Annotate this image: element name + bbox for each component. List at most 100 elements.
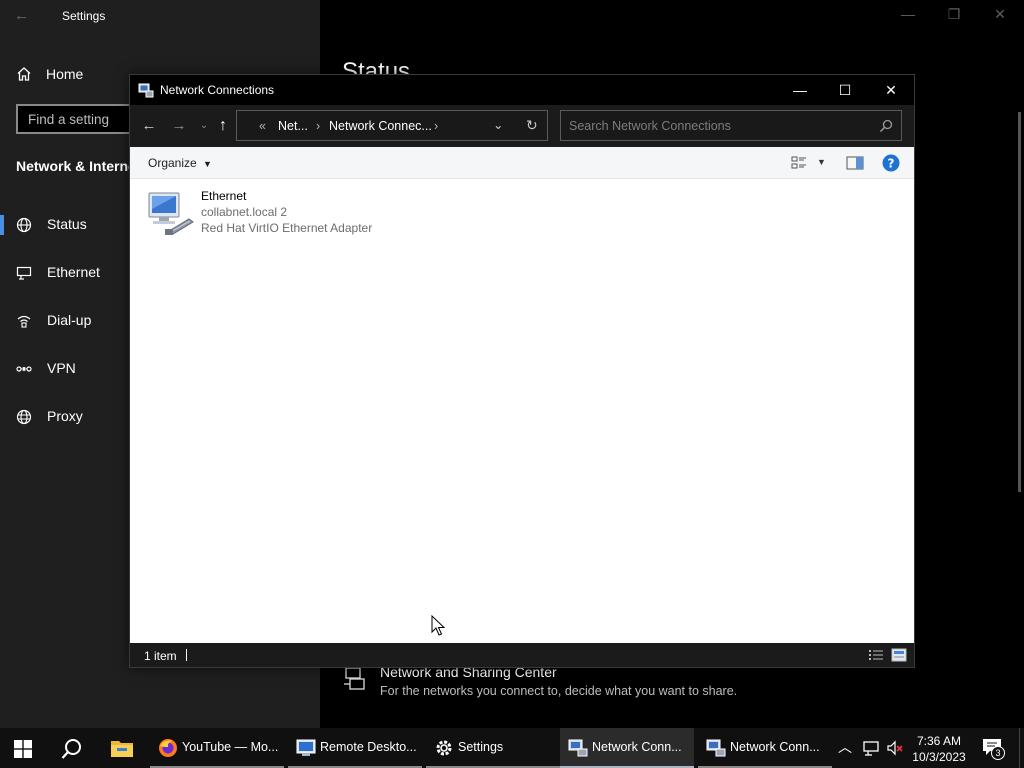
recent-locations-chevron-icon[interactable]: ⌄: [194, 116, 214, 136]
clock-date: 10/3/2023: [912, 750, 966, 764]
explorer-titlebar: Network Connections — ☐ ✕: [130, 75, 914, 105]
taskbar-app-settings[interactable]: Settings: [426, 728, 560, 768]
windows-start-icon[interactable]: [14, 740, 32, 758]
breadcrumb-separator-icon[interactable]: ›: [434, 119, 438, 133]
gear-icon: [436, 740, 452, 756]
ethernet-adapter-icon: [148, 192, 194, 235]
network-connections-icon: [706, 739, 726, 757]
chevron-down-icon: ▼: [203, 159, 212, 169]
taskbar-app-label: Remote Deskto...: [320, 740, 417, 754]
desktop: ← Settings — ❐ ✕ Home Find a setting Net…: [0, 0, 1024, 768]
details-view-icon[interactable]: [868, 648, 884, 662]
connections-list: Ethernet collabnet.local 2 Red Hat VirtI…: [130, 179, 914, 643]
home-link[interactable]: Home: [16, 64, 83, 84]
action-center-button[interactable]: 3: [982, 738, 1006, 760]
preview-pane-icon[interactable]: [846, 155, 864, 171]
back-arrow-icon[interactable]: ←: [14, 7, 29, 24]
taskbar: YouTube — Mo... Remote Deskto... Setting…: [0, 728, 1024, 768]
close-icon[interactable]: ✕: [881, 80, 901, 100]
address-box[interactable]: « Net... › Network Connec... › ⌄ ↻: [236, 110, 548, 141]
search-icon[interactable]: [61, 738, 83, 760]
forward-arrow-icon[interactable]: →: [169, 116, 189, 136]
nav-item-status[interactable]: Status: [0, 205, 130, 245]
home-icon: [17, 67, 31, 81]
taskbar-app-firefox[interactable]: YouTube — Mo...: [150, 728, 284, 768]
minimize-icon[interactable]: —: [790, 80, 810, 100]
show-hidden-icons-chevron-icon[interactable]: ︿: [838, 737, 856, 755]
back-arrow-icon[interactable]: ←: [139, 116, 159, 136]
nav-label-proxy: Proxy: [47, 408, 83, 424]
notification-count-badge: 3: [991, 746, 1005, 760]
network-connections-icon: [568, 739, 588, 757]
breadcrumb-segment-network[interactable]: Net...: [278, 119, 308, 133]
dialup-icon: [17, 315, 31, 328]
sharing-center-desc: For the networks you connect to, decide …: [380, 684, 738, 698]
network-sharing-center-link[interactable]: Network and Sharing Center For the netwo…: [340, 662, 940, 706]
command-bar: Organize ▼ ▼ ?: [130, 147, 914, 179]
search-input[interactable]: Search Network Connections: [560, 110, 902, 141]
file-explorer-icon[interactable]: [110, 738, 134, 758]
up-arrow-icon[interactable]: ↑: [213, 116, 233, 136]
close-icon[interactable]: ✕: [990, 6, 1010, 23]
help-icon[interactable]: ?: [882, 154, 900, 172]
taskbar-app-label: Network Conn...: [592, 740, 682, 754]
address-bar-row: ← → ⌄ ↑ « Net... › Network Connec... › ⌄…: [130, 105, 914, 147]
settings-title: Settings: [62, 9, 106, 23]
taskbar-app-remote-desktop[interactable]: Remote Deskto...: [288, 728, 422, 768]
remote-desktop-icon: [296, 739, 316, 756]
explorer-title: Network Connections: [160, 83, 275, 97]
find-setting-placeholder: Find a setting: [28, 112, 110, 127]
item-count: 1 item: [144, 649, 177, 663]
nav-label-ethernet: Ethernet: [47, 264, 100, 280]
taskbar-app-label: YouTube — Mo...: [182, 740, 279, 754]
breadcrumb-separator-icon: ›: [316, 119, 321, 133]
globe-status-icon: [16, 217, 32, 233]
nav-label-status: Status: [47, 216, 87, 232]
firefox-icon: [159, 739, 177, 757]
list-item-ethernet[interactable]: Ethernet collabnet.local 2 Red Hat VirtI…: [142, 187, 442, 239]
clock[interactable]: 7:36 AM 10/3/2023: [908, 733, 970, 765]
address-dropdown-chevron-icon[interactable]: ⌄: [493, 117, 503, 132]
status-bar: 1 item: [130, 643, 914, 667]
nav-label-dialup: Dial-up: [47, 312, 92, 328]
network-connections-icon: [138, 83, 154, 98]
organize-label: Organize: [148, 156, 197, 170]
nav-label-vpn: VPN: [47, 360, 76, 376]
ethernet-icon: [16, 266, 32, 280]
nav-item-dialup[interactable]: Dial-up: [0, 301, 130, 341]
nav-item-vpn[interactable]: VPN: [0, 349, 130, 389]
connection-name: Ethernet: [201, 189, 247, 203]
show-desktop-button[interactable]: [1019, 728, 1024, 768]
taskbar-app-label: Settings: [458, 740, 504, 754]
nav-item-proxy[interactable]: Proxy: [0, 397, 130, 437]
breadcrumb-overflow[interactable]: «: [259, 119, 266, 133]
change-view-icon[interactable]: [791, 155, 807, 171]
status-divider: [186, 649, 187, 661]
svg-text:?: ?: [888, 157, 895, 171]
clock-time: 7:36 AM: [916, 734, 962, 748]
taskbar-app-network-connections-1[interactable]: Network Conn...: [560, 728, 694, 768]
connection-device: Red Hat VirtIO Ethernet Adapter: [201, 221, 373, 235]
taskbar-app-network-connections-2[interactable]: Network Conn...: [698, 728, 832, 768]
connection-network: collabnet.local 2: [201, 205, 288, 219]
network-connections-window: Network Connections — ☐ ✕ ← → ⌄ ↑ « Net.…: [129, 74, 915, 668]
organize-menu[interactable]: Organize ▼: [148, 156, 212, 170]
restore-icon[interactable]: ❐: [944, 6, 964, 23]
refresh-icon[interactable]: ↻: [526, 117, 538, 134]
home-label: Home: [46, 66, 84, 82]
settings-scrollbar[interactable]: [1018, 112, 1021, 492]
vpn-icon: [16, 366, 32, 372]
network-status-icon[interactable]: [862, 739, 880, 757]
taskbar-app-label: Network Conn...: [730, 740, 820, 754]
settings-titlebar: ← Settings — ❐ ✕: [0, 0, 1024, 32]
large-icons-view-icon[interactable]: [891, 648, 907, 662]
minimize-icon[interactable]: —: [898, 6, 918, 22]
view-options-chevron-icon[interactable]: ▼: [817, 157, 826, 167]
breadcrumb-segment-connections[interactable]: Network Connec...: [329, 119, 432, 133]
mouse-cursor-icon: [431, 615, 445, 636]
globe-icon: [16, 409, 32, 425]
volume-muted-icon[interactable]: [886, 739, 904, 757]
nav-item-ethernet[interactable]: Ethernet: [0, 253, 130, 293]
maximize-icon[interactable]: ☐: [835, 80, 855, 100]
network-sharing-icon: [344, 667, 365, 690]
